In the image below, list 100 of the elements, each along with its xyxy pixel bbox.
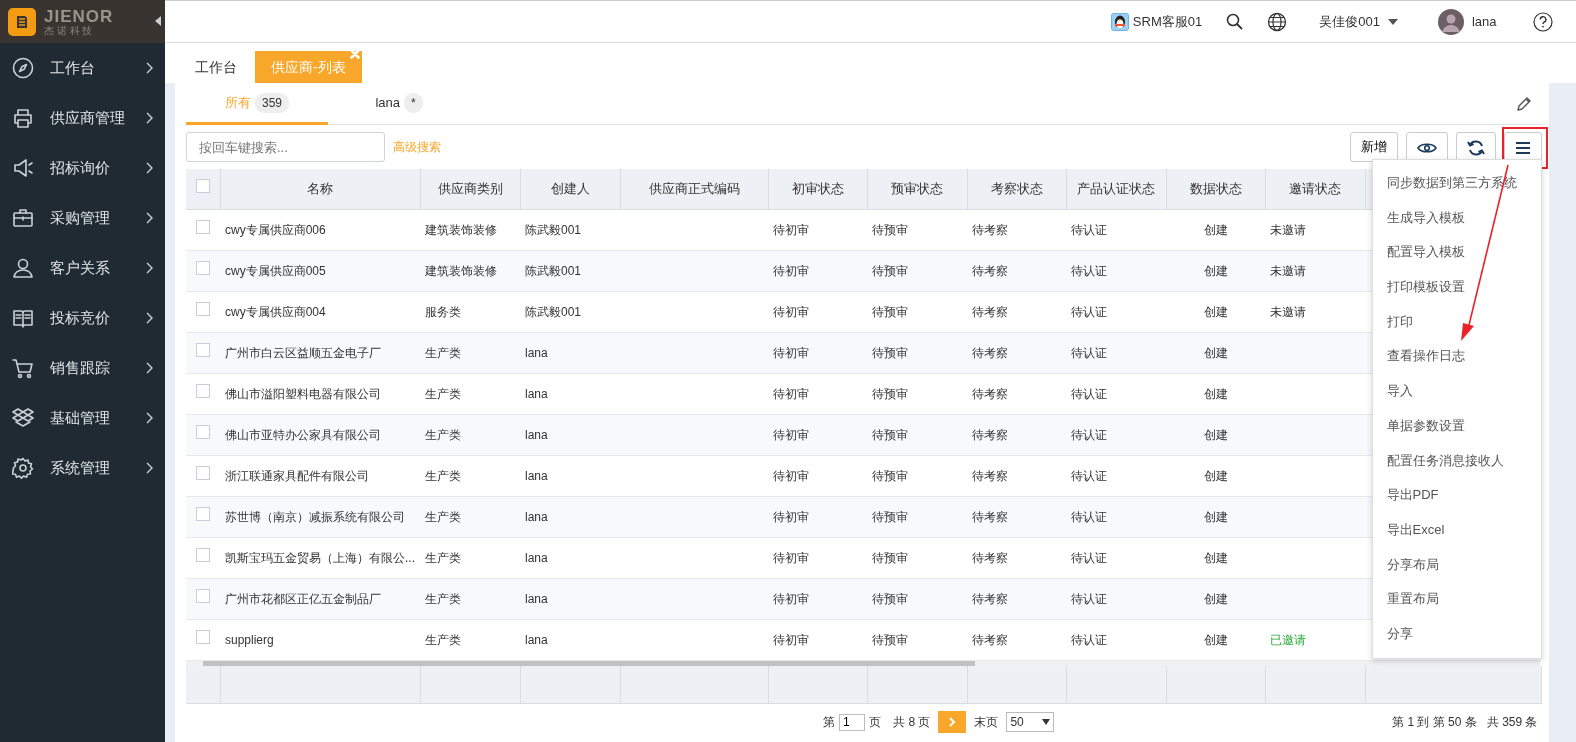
column-header[interactable]: 产品认证状态 xyxy=(1066,169,1166,209)
book-icon xyxy=(12,307,34,329)
table-cell: 待认证 xyxy=(1071,632,1107,647)
add-button[interactable]: 新增 xyxy=(1349,132,1398,162)
sidebar-item[interactable]: 系统管理 xyxy=(0,443,165,493)
row-checkbox[interactable] xyxy=(196,302,210,316)
row-checkbox[interactable] xyxy=(196,220,210,234)
column-header[interactable]: 初审状态 xyxy=(768,169,867,209)
last-page-link[interactable]: 末页 xyxy=(974,713,999,731)
menu-item[interactable]: 配置任务消息接收人 xyxy=(1372,443,1541,479)
sidebar-item[interactable]: 招标询价 xyxy=(0,143,165,193)
table-cell: 生产类 xyxy=(425,509,461,524)
table-cell: 待考察 xyxy=(972,468,1008,483)
table-cell: 待初审 xyxy=(773,550,809,565)
row-checkbox[interactable] xyxy=(196,507,210,521)
menu-item[interactable]: 导入 xyxy=(1372,374,1541,409)
user-name[interactable]: lana xyxy=(1471,11,1497,32)
menu-item[interactable]: 查看操作日志 xyxy=(1372,339,1541,375)
page-tab[interactable]: 工作台 xyxy=(185,51,247,83)
table-cell: 生产类 xyxy=(425,386,461,401)
table-cell: 待认证 xyxy=(1071,550,1107,565)
table-cell: 创建 xyxy=(1203,263,1228,278)
refresh-button[interactable] xyxy=(1455,132,1496,162)
table-cell: 创建 xyxy=(1203,345,1228,360)
column-header[interactable]: 供应商正式编码 xyxy=(620,169,768,209)
row-checkbox[interactable] xyxy=(196,261,210,275)
menu-item[interactable]: 配置导入模板 xyxy=(1372,235,1541,271)
column-header[interactable]: 名称 xyxy=(220,169,420,209)
table-cell: 待预审 xyxy=(872,509,908,524)
table-cell: 建筑装饰装修 xyxy=(425,222,497,237)
table-cell: lana xyxy=(525,591,548,606)
gear-icon xyxy=(12,457,34,479)
view-button[interactable] xyxy=(1405,132,1448,162)
row-checkbox[interactable] xyxy=(196,466,210,480)
penguin-icon[interactable] xyxy=(1110,12,1129,31)
sidebar-item[interactable]: 供应商管理 xyxy=(0,93,165,143)
menu-item[interactable]: 生成导入模板 xyxy=(1372,200,1541,236)
globe-icon[interactable] xyxy=(1267,11,1288,32)
table-cell: 佛山市亚特办公家具有限公司 xyxy=(225,427,381,442)
row-checkbox[interactable] xyxy=(196,384,210,398)
chevron-icon xyxy=(146,112,153,124)
next-page-button[interactable] xyxy=(938,711,967,733)
view-tab[interactable]: lana * xyxy=(328,83,470,125)
caret-icon[interactable] xyxy=(1387,18,1398,25)
boxes-icon xyxy=(12,407,34,429)
table-cell: 未邀请 xyxy=(1270,304,1306,319)
row-checkbox[interactable] xyxy=(196,425,210,439)
table-cell: 生产类 xyxy=(425,345,461,360)
column-header[interactable]: 数据状态 xyxy=(1166,169,1265,209)
menu-item[interactable]: 打印 xyxy=(1372,304,1541,340)
row-checkbox[interactable] xyxy=(196,630,210,644)
table-cell: 陈武毅001 xyxy=(525,263,582,278)
total-pages: 共 8 页 xyxy=(893,714,931,731)
page-label: 页 xyxy=(869,714,882,731)
company-selector[interactable]: 吴佳俊001 xyxy=(1319,11,1380,32)
service-link[interactable]: SRM客服01 xyxy=(1132,11,1203,32)
page-input[interactable]: 1 xyxy=(839,713,866,731)
row-checkbox[interactable] xyxy=(196,548,210,562)
menu-item[interactable]: 打印模板设置 xyxy=(1372,270,1541,305)
row-checkbox[interactable] xyxy=(196,589,210,603)
sidebar-item[interactable]: 工作台 xyxy=(0,43,165,93)
menu-item[interactable]: 导出Excel xyxy=(1372,512,1541,548)
column-header[interactable]: 邀请状态 xyxy=(1265,169,1365,209)
menu-icon xyxy=(1514,140,1531,155)
column-header[interactable]: 创建人 xyxy=(520,169,620,209)
sidebar-item[interactable]: 客户关系 xyxy=(0,243,165,293)
view-tab[interactable]: 所有 359 xyxy=(186,83,328,125)
table-cell: 待认证 xyxy=(1071,591,1107,606)
search-icon[interactable] xyxy=(1226,13,1244,30)
collapse-icon[interactable] xyxy=(155,16,161,26)
table-cell: 生产类 xyxy=(425,632,461,647)
column-header[interactable]: 供应商类别 xyxy=(420,169,520,209)
horizontal-scrollbar[interactable] xyxy=(186,660,1540,666)
table-cell: 服务类 xyxy=(425,304,461,319)
menu-item[interactable]: 分享布局 xyxy=(1372,547,1541,583)
page-size-select[interactable]: 50 xyxy=(1006,712,1055,732)
help-icon[interactable] xyxy=(1532,11,1553,32)
sidebar-item[interactable]: 采购管理 xyxy=(0,193,165,243)
chevron-icon xyxy=(146,62,153,74)
logo-text: JIENOR xyxy=(44,7,114,25)
table-cell: 创建 xyxy=(1203,632,1228,647)
table-cell: 待预审 xyxy=(872,345,908,360)
table-cell: 待初审 xyxy=(773,468,809,483)
sidebar-item[interactable]: 投标竞价 xyxy=(0,293,165,343)
menu-item[interactable]: 导出PDF xyxy=(1372,478,1541,513)
sidebar-item[interactable]: 基础管理 xyxy=(0,393,165,443)
pencil-icon[interactable] xyxy=(1515,95,1532,112)
menu-item[interactable]: 单据参数设置 xyxy=(1372,408,1541,444)
select-all-checkbox[interactable] xyxy=(195,179,210,193)
sidebar-item[interactable]: 销售跟踪 xyxy=(0,343,165,393)
avatar xyxy=(1437,8,1464,35)
search-field[interactable]: 按回车键搜索... xyxy=(186,132,385,162)
row-checkbox[interactable] xyxy=(196,343,210,357)
column-header[interactable]: 预审状态 xyxy=(867,169,967,209)
menu-item[interactable]: 重置布局 xyxy=(1372,582,1541,617)
table-cell: 创建 xyxy=(1203,509,1228,524)
column-header[interactable]: 考察状态 xyxy=(967,169,1066,209)
menu-item[interactable]: 分享 xyxy=(1372,616,1541,652)
close-icon[interactable] xyxy=(349,49,360,59)
caret-icon xyxy=(1042,719,1051,725)
